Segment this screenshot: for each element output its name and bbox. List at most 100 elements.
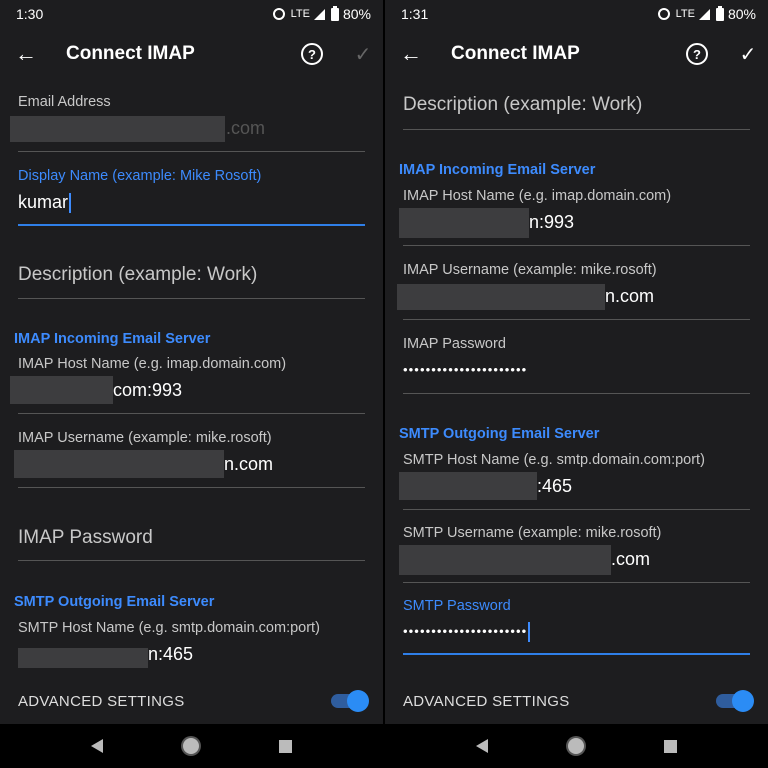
field-underline — [18, 151, 365, 152]
redacted-block — [399, 472, 537, 500]
page-title: Connect IMAP — [66, 43, 195, 64]
imap-section-header: IMAP Incoming Email Server — [14, 331, 211, 347]
redacted-block — [399, 545, 611, 575]
field-underline — [18, 298, 365, 299]
system-nav-bar — [385, 724, 768, 768]
status-bar: 1:30 LTE 80% — [0, 0, 383, 28]
email-label: Email Address — [18, 94, 111, 110]
field-underline-focused — [403, 653, 750, 655]
redacted-block — [18, 648, 148, 668]
imap-password-field[interactable]: IMAP Password — [0, 522, 365, 564]
network-type: LTE — [675, 8, 695, 20]
status-time: 1:31 — [401, 6, 429, 22]
text-cursor — [69, 193, 72, 214]
smtp-username-value-suffix: .com — [611, 549, 651, 569]
field-underline-focused — [18, 224, 365, 226]
redacted-block — [14, 450, 224, 478]
field-underline — [403, 129, 750, 130]
battery-percent: 80% — [342, 6, 371, 22]
imap-password-label: IMAP Password — [403, 336, 506, 352]
advanced-settings-toggle[interactable] — [331, 690, 369, 712]
imap-host-field[interactable]: IMAP Host Name (e.g. imap.domain.com) n:… — [385, 188, 750, 248]
description-placeholder: Description (example: Work) — [403, 94, 643, 115]
right-screen: 1:31 LTE 80% ← Connect IMAP ? ✓ Descript… — [385, 0, 768, 768]
imap-host-label: IMAP Host Name (e.g. imap.domain.com) — [18, 356, 287, 372]
nav-recents-icon[interactable] — [279, 739, 292, 753]
back-arrow-icon[interactable]: ← — [385, 41, 437, 67]
smtp-password-value: •••••••••••••••••••••• — [403, 622, 531, 642]
field-underline — [403, 393, 750, 394]
description-field[interactable]: Description (example: Work) — [385, 90, 750, 132]
imap-host-value-suffix: com:993 — [113, 380, 183, 400]
smtp-host-value-suffix: n:465 — [148, 644, 194, 664]
signal-icon — [698, 8, 710, 20]
imap-password-placeholder: IMAP Password — [18, 527, 153, 548]
smtp-username-label: SMTP Username (example: mike.rosoft) — [403, 525, 662, 541]
imap-username-value-suffix: n.com — [605, 286, 655, 306]
redacted-block — [397, 284, 605, 310]
imap-username-label: IMAP Username (example: mike.rosoft) — [403, 262, 657, 278]
imap-username-value-suffix: n.com — [224, 454, 274, 474]
advanced-settings-label: ADVANCED SETTINGS — [18, 692, 185, 710]
battery-icon — [330, 5, 339, 21]
nav-home-icon[interactable] — [183, 738, 199, 754]
description-field[interactable]: Description (example: Work) — [0, 258, 365, 300]
field-underline — [18, 560, 365, 561]
smtp-section-header: SMTP Outgoing Email Server — [399, 426, 600, 442]
field-underline — [403, 319, 750, 320]
redacted-block — [10, 116, 225, 142]
nav-recents-icon[interactable] — [664, 739, 677, 753]
imap-password-field[interactable]: IMAP Password •••••••••••••••••••••• — [385, 336, 750, 396]
back-arrow-icon[interactable]: ← — [0, 41, 52, 67]
form: Email Address .com Display Name (example… — [0, 80, 383, 678]
smtp-host-label: SMTP Host Name (e.g. smtp.domain.com:por… — [18, 620, 320, 636]
nav-back-icon[interactable] — [476, 739, 488, 753]
battery-percent: 80% — [727, 6, 756, 22]
smtp-username-field[interactable]: SMTP Username (example: mike.rosoft) .co… — [385, 525, 750, 585]
smtp-host-value-suffix: :465 — [537, 476, 573, 496]
email-field[interactable]: Email Address .com — [0, 94, 365, 152]
field-underline — [403, 245, 750, 246]
help-icon[interactable]: ? — [686, 43, 708, 65]
imap-host-label: IMAP Host Name (e.g. imap.domain.com) — [403, 188, 672, 204]
toggle-knob — [732, 690, 754, 712]
display-name-field[interactable]: Display Name (example: Mike Rosoft) kuma… — [0, 168, 365, 228]
confirm-check-icon[interactable]: ✓ — [343, 42, 383, 67]
help-icon[interactable]: ? — [301, 43, 323, 65]
imap-username-field[interactable]: IMAP Username (example: mike.rosoft) n.c… — [385, 262, 750, 322]
display-name-value: kumar — [18, 192, 72, 214]
nav-home-icon[interactable] — [568, 738, 584, 754]
toggle-knob — [347, 690, 369, 712]
text-cursor — [528, 622, 531, 642]
left-screen: 1:30 LTE 80% ← Connect IMAP ? ✓ Email Ad… — [0, 0, 383, 768]
nav-back-icon[interactable] — [91, 739, 103, 753]
form: Description (example: Work) IMAP Incomin… — [385, 80, 768, 678]
description-placeholder: Description (example: Work) — [18, 264, 258, 285]
app-bar: ← Connect IMAP ? ✓ — [385, 28, 768, 80]
smtp-section-header: SMTP Outgoing Email Server — [14, 594, 215, 610]
status-bar: 1:31 LTE 80% — [385, 0, 768, 28]
confirm-check-icon[interactable]: ✓ — [728, 42, 768, 67]
field-underline — [18, 487, 365, 488]
alarm-icon — [657, 8, 670, 20]
email-value-suffix: .com — [226, 118, 266, 138]
signal-icon — [313, 8, 325, 20]
advanced-settings-row[interactable]: ADVANCED SETTINGS — [385, 678, 768, 724]
advanced-settings-label: ADVANCED SETTINGS — [403, 692, 570, 710]
smtp-host-label: SMTP Host Name (e.g. smtp.domain.com:por… — [403, 452, 705, 468]
network-type: LTE — [290, 8, 310, 20]
smtp-host-field[interactable]: SMTP Host Name (e.g. smtp.domain.com:por… — [0, 620, 365, 678]
page-title: Connect IMAP — [451, 43, 580, 64]
imap-username-field[interactable]: IMAP Username (example: mike.rosoft) n.c… — [0, 430, 365, 490]
smtp-password-label: SMTP Password — [403, 598, 511, 614]
redacted-block — [399, 208, 529, 238]
imap-password-value: •••••••••••••••••••••• — [403, 362, 528, 377]
field-underline — [403, 582, 750, 583]
imap-username-label: IMAP Username (example: mike.rosoft) — [18, 430, 272, 446]
smtp-password-field[interactable]: SMTP Password •••••••••••••••••••••• — [385, 598, 750, 658]
imap-host-field[interactable]: IMAP Host Name (e.g. imap.domain.com) co… — [0, 356, 365, 416]
advanced-settings-row[interactable]: ADVANCED SETTINGS — [0, 678, 383, 724]
app-bar: ← Connect IMAP ? ✓ — [0, 28, 383, 80]
smtp-host-field[interactable]: SMTP Host Name (e.g. smtp.domain.com:por… — [385, 452, 750, 512]
advanced-settings-toggle[interactable] — [716, 690, 754, 712]
